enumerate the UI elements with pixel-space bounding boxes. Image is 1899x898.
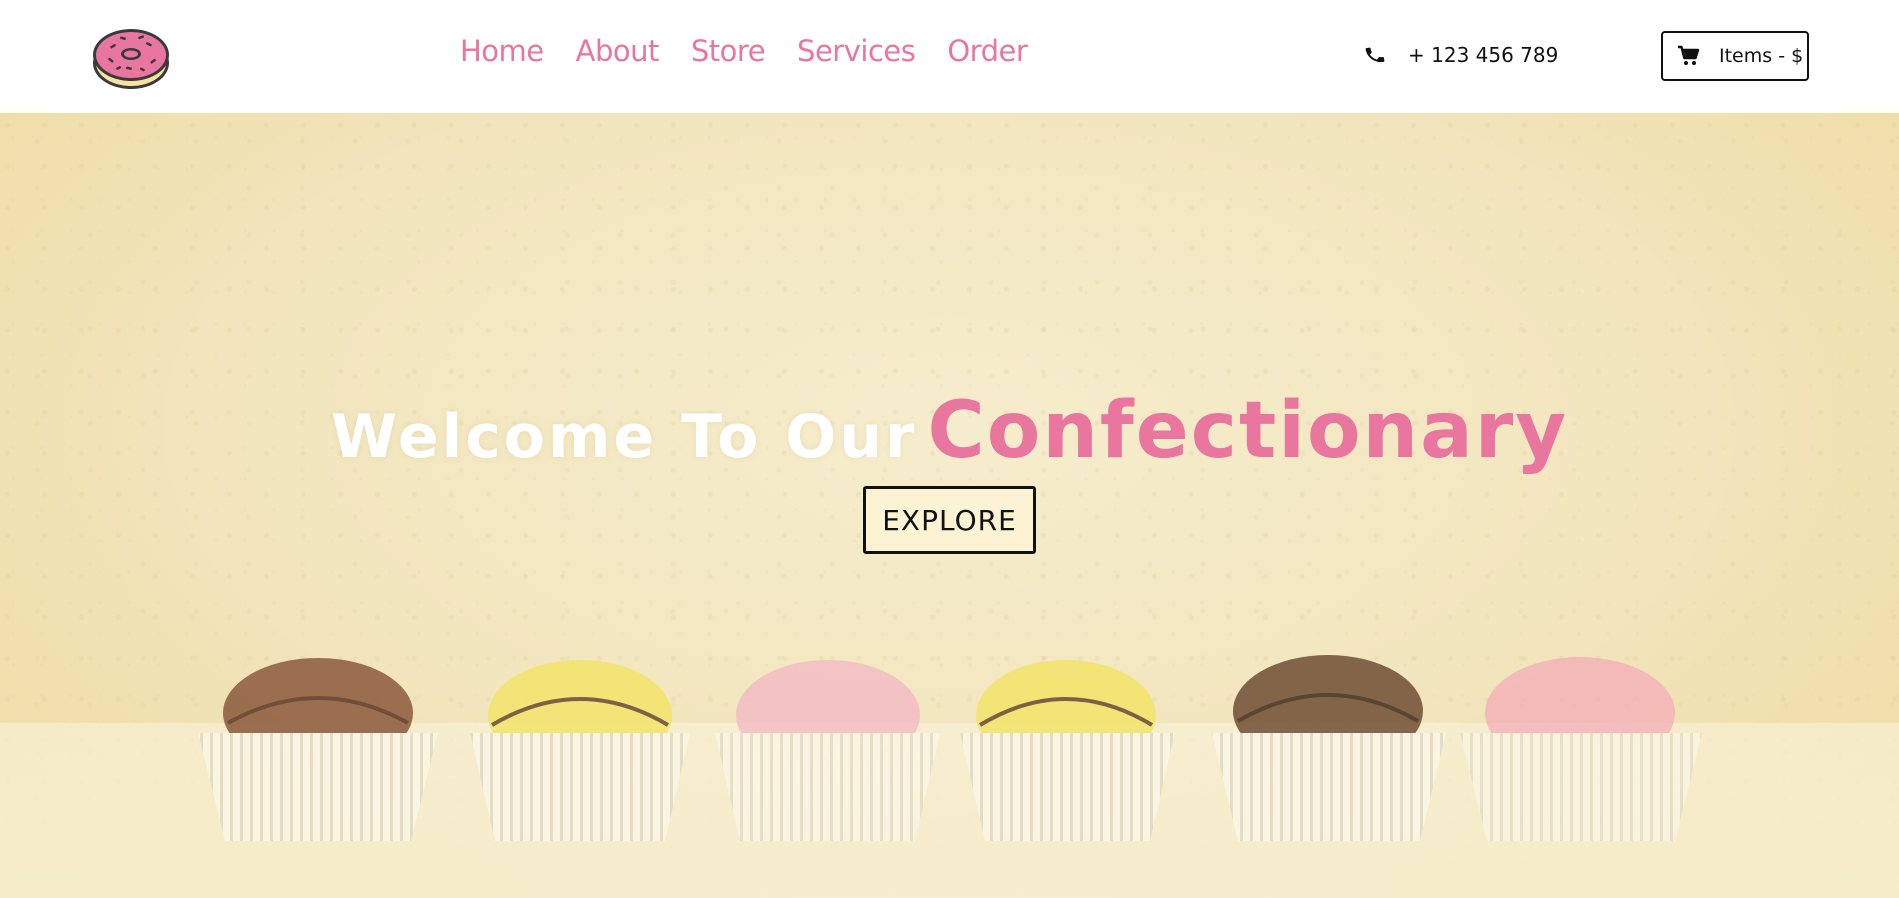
nav-home-link[interactable]: Home xyxy=(460,34,544,68)
cart-button[interactable]: Items - $ xyxy=(1661,31,1809,81)
donut-logo-icon[interactable] xyxy=(90,23,172,91)
phone-number: + 123 456 789 xyxy=(1408,43,1559,67)
headline-confectionary-text: Confectionary xyxy=(927,386,1569,477)
headline-welcome-text: Welcome To Our xyxy=(330,402,918,473)
nav-services-link[interactable]: Services xyxy=(797,34,916,68)
hero-banner: Welcome To Our Confectionary EXPLORE xyxy=(0,113,1899,898)
nav-store-link[interactable]: Store xyxy=(691,34,766,68)
main-nav: Home About Store Services Order xyxy=(460,34,1028,68)
phone-icon xyxy=(1364,44,1386,66)
cart-label: Items - $ xyxy=(1719,45,1804,67)
phone-contact[interactable]: + 123 456 789 xyxy=(1364,43,1558,67)
explore-button[interactable]: EXPLORE xyxy=(863,486,1036,554)
hero-headline: Welcome To Our Confectionary xyxy=(0,386,1899,476)
cart-icon xyxy=(1677,45,1701,67)
nav-order-link[interactable]: Order xyxy=(947,34,1027,68)
nav-about-link[interactable]: About xyxy=(576,34,660,68)
navbar: Home About Store Services Order + 123 45… xyxy=(0,0,1899,113)
